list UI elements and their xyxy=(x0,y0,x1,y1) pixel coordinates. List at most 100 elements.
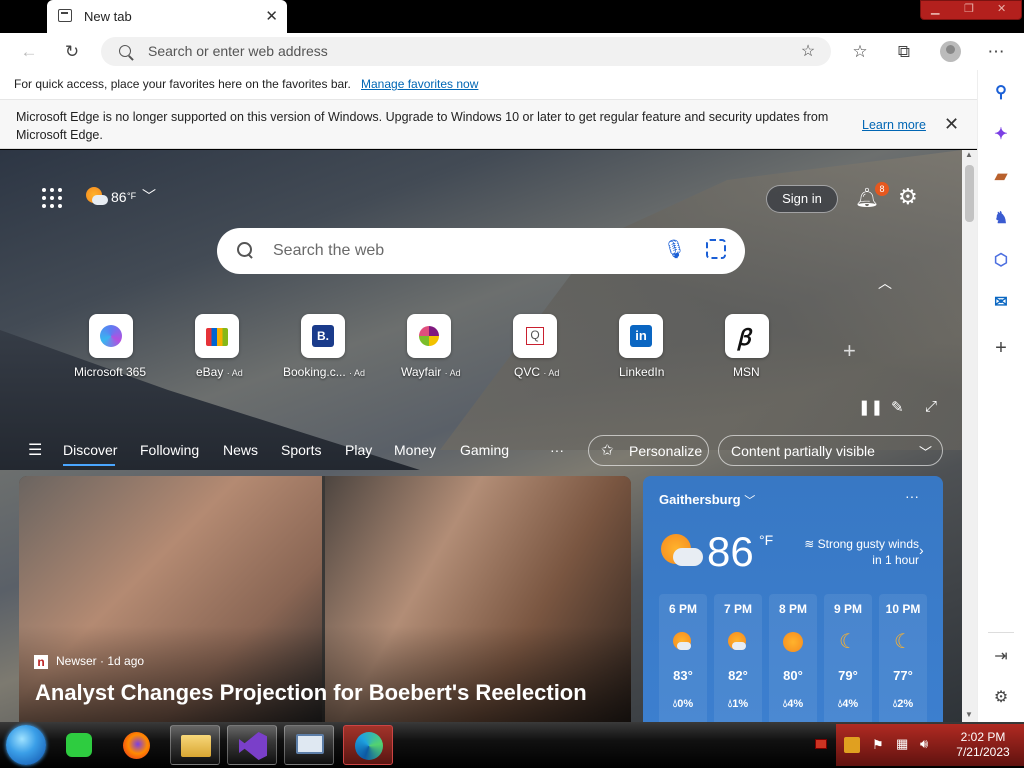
volume-icon[interactable]: 🔊︎ xyxy=(920,736,928,752)
sidebar-hide-icon[interactable]: ⇥ xyxy=(990,646,1012,668)
firefox-icon xyxy=(123,732,150,759)
taskbar-clock[interactable]: 2:02 PM 7/21/2023 xyxy=(946,730,1020,760)
tab-news[interactable]: News xyxy=(223,442,258,458)
tab-discover[interactable]: Discover xyxy=(63,442,117,458)
weather-city[interactable]: Gaithersburg ﹀ xyxy=(659,492,755,508)
notifications-bell-icon[interactable]: 🔔︎ xyxy=(855,186,879,209)
quicklink-msn[interactable]: ꞵ xyxy=(725,314,769,358)
quicklink-label: QVC · Ad xyxy=(514,365,560,379)
hourly-forecast-item: 7 PM 82° 💧︎1% xyxy=(714,594,762,722)
tab-sports[interactable]: Sports xyxy=(281,442,321,458)
sidebar-divider xyxy=(988,632,1014,633)
sidebar-microsoft365-icon[interactable]: ⬡ xyxy=(990,250,1012,272)
learn-more-link[interactable]: Learn more xyxy=(862,118,926,132)
app-launcher-icon[interactable] xyxy=(42,188,62,208)
sidebar-copilot-icon[interactable]: ✦ xyxy=(990,124,1012,146)
clock-time: 2:02 PM xyxy=(960,730,1006,744)
sparkle-icon: ✩ xyxy=(601,442,614,459)
sidebar-outlook-icon[interactable]: ✉ xyxy=(990,292,1012,314)
moon-icon: ☾ xyxy=(839,631,857,653)
content-visibility-dropdown[interactable]: Content partially visible ﹀ xyxy=(718,435,943,466)
network-icon[interactable]: ▦ xyxy=(896,736,908,752)
edit-background-icon[interactable]: ✎ xyxy=(891,398,904,416)
taskbar-app-firefox[interactable] xyxy=(112,725,162,765)
tray-app-icon[interactable] xyxy=(844,737,860,753)
sidebar-shopping-icon[interactable]: ▰ xyxy=(990,166,1012,188)
web-search-box[interactable]: Search the web 🎙︎ xyxy=(217,228,745,274)
microsoft365-icon xyxy=(100,325,122,347)
add-quicklink-icon[interactable]: + xyxy=(843,338,856,364)
hamburger-menu-icon[interactable]: ☰ xyxy=(28,440,42,460)
favorites-icon[interactable]: ☆ xyxy=(848,40,872,64)
expand-icon[interactable]: ⤢ xyxy=(925,398,937,415)
tab-page-icon xyxy=(58,9,72,22)
pause-background-icon[interactable]: ❚❚ xyxy=(858,398,883,416)
news-headline[interactable]: Analyst Changes Projection for Boebert's… xyxy=(35,680,587,706)
quicklink-linkedin[interactable]: in xyxy=(619,314,663,358)
sidebar-games-icon[interactable]: ♞ xyxy=(990,208,1012,230)
quicklink-qvc[interactable]: Q xyxy=(513,314,557,358)
voice-search-icon[interactable]: 🎙︎ xyxy=(663,239,686,260)
linkedin-logo-icon: in xyxy=(630,325,652,347)
personalize-button[interactable]: ✩ Personalize xyxy=(588,435,709,466)
taskbar-app-explorer[interactable] xyxy=(170,725,220,765)
hourly-forecast-item: 6 PM 83° 💧︎0% xyxy=(659,594,707,722)
clock-date: 7/21/2023 xyxy=(956,745,1010,759)
infobar-close-icon[interactable]: ✕ xyxy=(944,114,959,135)
chevron-right-icon[interactable]: › xyxy=(919,542,924,558)
wind-icon: ≋ xyxy=(804,537,815,551)
tab-following[interactable]: Following xyxy=(140,442,199,458)
nav-more-icon[interactable]: ··· xyxy=(550,442,564,458)
address-bar[interactable]: Search or enter web address ☆ xyxy=(101,37,831,66)
favorites-bar-message: For quick access, place your favorites h… xyxy=(14,77,351,91)
notification-badge: 8 xyxy=(875,182,889,196)
tab-close-icon[interactable]: ✕ xyxy=(265,7,278,25)
page-settings-icon[interactable]: ⚙ xyxy=(898,184,918,210)
profile-avatar[interactable] xyxy=(940,41,961,62)
add-favorite-icon[interactable]: ☆ xyxy=(796,40,820,64)
new-tab-page: 86 °F ﹀ Sign in 🔔︎ 8 ⚙ Search the web 🎙︎… xyxy=(0,150,962,722)
sign-in-button[interactable]: Sign in xyxy=(766,185,838,213)
taskbar-app-edge[interactable] xyxy=(343,725,393,765)
taskbar-app-visual-studio[interactable] xyxy=(227,725,277,765)
taskbar-app-notes[interactable] xyxy=(55,725,105,765)
quicklink-label: Microsoft 365 xyxy=(74,365,147,379)
news-source: n Newser · 1d ago xyxy=(34,654,144,669)
restore-icon[interactable]: ❐ xyxy=(964,2,974,15)
close-window-icon[interactable]: ✕ xyxy=(997,2,1006,15)
quicklink-wayfair[interactable] xyxy=(407,314,451,358)
booking-logo-icon: B. xyxy=(312,325,334,347)
action-center-flag-icon[interactable]: ⚑ xyxy=(872,737,884,753)
collapse-chevron-icon[interactable]: ︿ xyxy=(878,273,892,293)
tab-play[interactable]: Play xyxy=(345,442,372,458)
show-desktop-flag-icon[interactable] xyxy=(815,739,827,749)
sidebar-search-icon[interactable]: ⚲ xyxy=(990,82,1012,104)
visual-studio-icon xyxy=(239,732,267,760)
news-card[interactable]: n Newser · 1d ago Analyst Changes Project… xyxy=(19,476,631,722)
refresh-icon[interactable]: ↻ xyxy=(60,40,84,64)
sidebar-settings-icon[interactable]: ⚙ xyxy=(990,687,1012,709)
back-arrow-icon[interactable]: ← xyxy=(17,40,41,64)
collections-icon[interactable]: ⧉ xyxy=(892,40,916,64)
tab-money[interactable]: Money xyxy=(394,442,436,458)
wayfair-logo-icon xyxy=(419,326,439,346)
sidebar-add-icon[interactable]: + xyxy=(990,337,1012,359)
quicklink-ebay[interactable] xyxy=(195,314,239,358)
manage-favorites-link[interactable]: Manage favorites now xyxy=(361,77,478,91)
quicklink-microsoft365[interactable] xyxy=(89,314,133,358)
more-menu-icon[interactable]: ⋯ xyxy=(984,40,1008,64)
tab-gaming[interactable]: Gaming xyxy=(460,442,509,458)
system-tray: ⚑ ▦ 🔊︎ 2:02 PM 7/21/2023 xyxy=(836,724,1024,766)
taskbar-app-remote-desktop[interactable] xyxy=(284,725,334,765)
weather-more-icon[interactable]: ··· xyxy=(905,488,919,504)
minimize-icon[interactable]: ▁ xyxy=(931,2,939,15)
page-scrollbar[interactable]: ▲ ▼ xyxy=(962,150,977,722)
quicklink-booking[interactable]: B. xyxy=(301,314,345,358)
weather-card[interactable]: Gaithersburg ﹀ ··· 86 °F ≋ Strong gusty … xyxy=(643,476,943,722)
start-button[interactable] xyxy=(6,725,46,765)
weather-alert[interactable]: ≋ Strong gusty winds in 1 hour xyxy=(791,536,919,568)
weather-unit: °F xyxy=(759,532,774,548)
scrollbar-thumb[interactable] xyxy=(965,165,974,222)
tab-new-tab[interactable]: New tab ✕ xyxy=(47,0,287,33)
visual-search-icon[interactable] xyxy=(706,239,726,259)
